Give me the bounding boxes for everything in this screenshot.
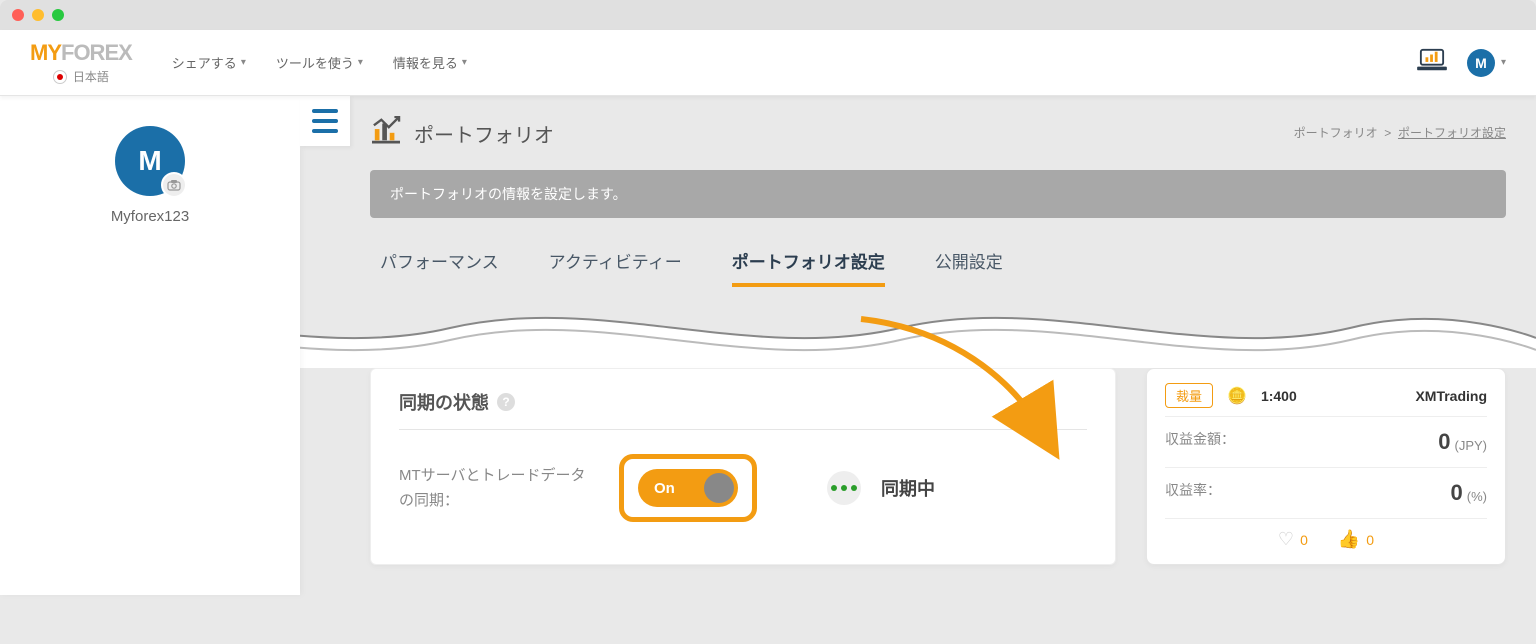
site-logo[interactable]: MYFOREX: [30, 40, 132, 66]
info-banner: ポートフォリオの情報を設定します。: [370, 170, 1506, 218]
language-label: 日本語: [73, 68, 109, 85]
chart-icon: [370, 116, 402, 150]
toggle-knob: [704, 473, 734, 503]
browser-titlebar: [0, 0, 1536, 30]
avatar-large[interactable]: M: [115, 126, 185, 196]
sync-status-text: 同期中: [881, 475, 935, 501]
account-type-badge: 裁量: [1165, 383, 1213, 408]
help-icon[interactable]: ?: [497, 393, 515, 411]
sync-label: MTサーバとトレードデータの同期：: [399, 463, 589, 514]
chevron-down-icon: ▾: [241, 57, 246, 68]
tab-publish-settings[interactable]: 公開設定: [935, 248, 1003, 287]
breadcrumb-current[interactable]: ポートフォリオ設定: [1398, 126, 1506, 140]
breadcrumb: ポートフォリオ > ポートフォリオ設定: [1294, 124, 1506, 141]
sync-toggle[interactable]: On: [638, 469, 738, 507]
logo-my: MY: [30, 40, 61, 65]
camera-icon[interactable]: [161, 172, 187, 198]
like-button[interactable]: 👍0: [1338, 529, 1374, 550]
laptop-chart-icon[interactable]: [1417, 48, 1447, 77]
coins-icon: 🪙: [1227, 386, 1247, 406]
avatar-small: M: [1467, 49, 1495, 77]
chevron-down-icon: ▾: [358, 57, 363, 68]
nav-share[interactable]: シェアする▾: [172, 53, 246, 72]
nav-tools[interactable]: ツールを使う▾: [276, 53, 363, 72]
logo-forex: FOREX: [61, 40, 132, 65]
callout-arrow-icon: [751, 339, 1011, 462]
tab-activity[interactable]: アクティビティー: [549, 248, 682, 287]
sidebar: M Myforex123: [0, 96, 300, 595]
breadcrumb-root[interactable]: ポートフォリオ: [1294, 126, 1378, 140]
profit-label: 収益金額：: [1165, 429, 1235, 455]
account-summary-card: 裁量 🪙 1:400 XMTrading 収益金額： 0(JPY) 収益率： 0…: [1146, 368, 1506, 565]
username-label: Myforex123: [111, 208, 189, 225]
profit-value: 0: [1438, 429, 1450, 454]
window-max-dot[interactable]: [52, 9, 64, 21]
tab-performance[interactable]: パフォーマンス: [380, 248, 499, 287]
leverage-value: 1:400: [1261, 388, 1297, 404]
syncing-dots-icon: [827, 471, 861, 505]
flag-jp-icon: [53, 70, 67, 84]
site-header: MYFOREX 日本語 シェアする▾ ツールを使う▾ 情報を見る▾ M ▾: [0, 30, 1536, 96]
favorite-button[interactable]: ♡0: [1278, 529, 1308, 550]
chevron-down-icon: ▾: [462, 57, 467, 68]
chevron-down-icon: ▾: [1501, 57, 1506, 68]
language-selector[interactable]: 日本語: [53, 68, 109, 85]
tab-bar: パフォーマンス アクティビティー ポートフォリオ設定 公開設定: [370, 248, 1506, 288]
tab-portfolio-settings[interactable]: ポートフォリオ設定: [732, 248, 885, 287]
hamburger-menu[interactable]: [300, 96, 350, 146]
rate-label: 収益率：: [1165, 480, 1221, 506]
rate-value: 0: [1451, 480, 1463, 505]
thumbs-up-icon: 👍: [1338, 529, 1360, 549]
sync-status-card: 同期の状態 ? MTサーバとトレードデータの同期： On: [370, 368, 1116, 565]
user-menu[interactable]: M ▾: [1467, 49, 1506, 77]
nav-info[interactable]: 情報を見る▾: [393, 53, 467, 72]
window-min-dot[interactable]: [32, 9, 44, 21]
window-close-dot[interactable]: [12, 9, 24, 21]
heart-icon: ♡: [1278, 529, 1294, 549]
broker-name: XMTrading: [1415, 388, 1487, 404]
sync-toggle-highlight: On: [619, 454, 757, 522]
